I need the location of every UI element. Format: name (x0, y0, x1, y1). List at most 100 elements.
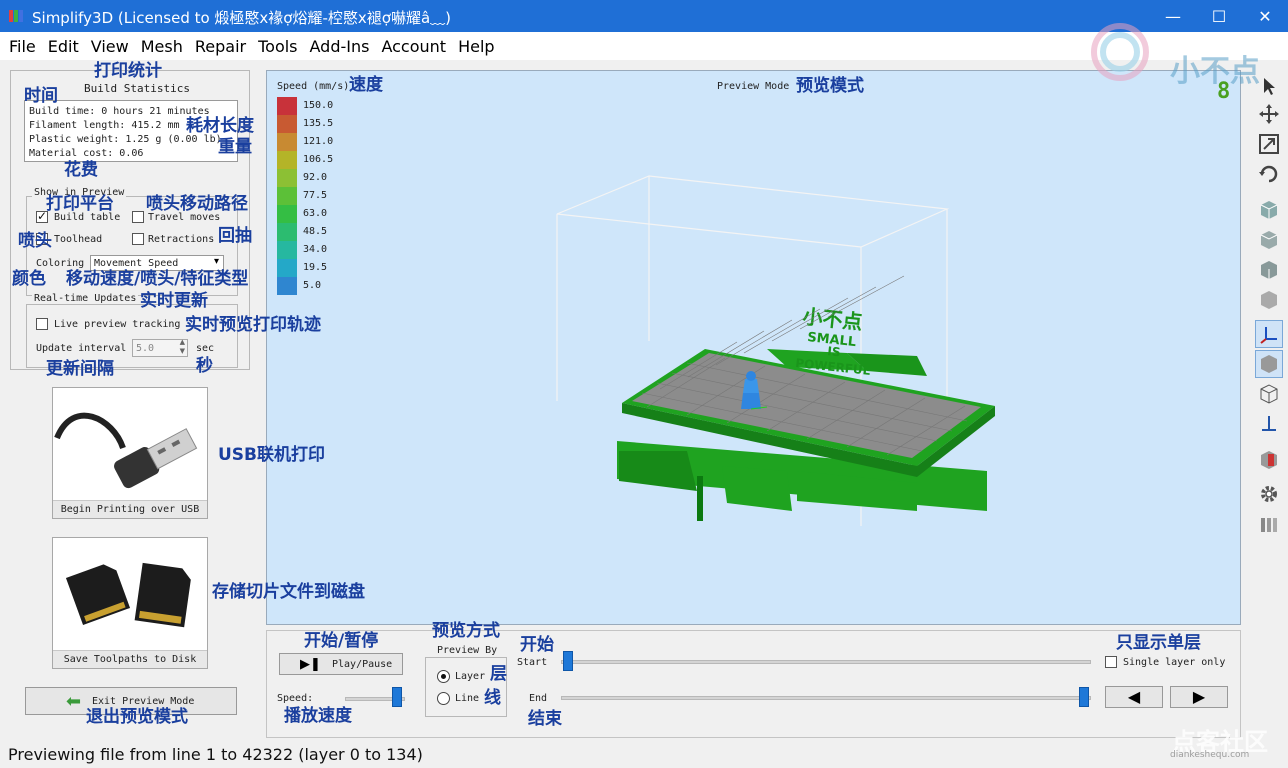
left-panel: Build Statistics Build time: 0 hours 21 … (0, 60, 258, 740)
realtime-title: Real-time Updates (32, 293, 139, 304)
watermark-bottom-en: diankeshequ.com (1170, 750, 1250, 760)
travel-moves-checkbox[interactable] (132, 211, 144, 223)
annotation-update-interval: 更新间隔 (46, 359, 114, 379)
watermark-logo-icon (1091, 23, 1149, 81)
menu-account[interactable]: Account (376, 37, 451, 56)
start-label: Start (517, 657, 548, 668)
annotation-color-type: 移动速度/喷头/特征类型 (66, 269, 249, 289)
update-interval-input[interactable]: 5.0 ▲ ▼ (132, 338, 188, 357)
previous-layer-button[interactable]: ◀ (1105, 686, 1163, 708)
view-front-icon[interactable] (1255, 226, 1283, 254)
single-layer-label: Single layer only (1123, 657, 1226, 668)
start-slider-track[interactable] (561, 660, 1091, 664)
annotation-single-layer: 只显示单层 (1116, 633, 1201, 653)
menu-help[interactable]: Help (453, 37, 499, 56)
annotation-playback-speed: 播放速度 (284, 706, 352, 726)
annotation-preview-method: 预览方式 (432, 621, 500, 641)
scale-icon[interactable] (1255, 130, 1283, 158)
play-pause-button[interactable]: ▶❚ Play/Pause (279, 653, 403, 675)
view-top-icon[interactable] (1255, 256, 1283, 284)
update-interval-label: Update interval (36, 343, 127, 354)
spin-up-icon[interactable]: ▲ (180, 338, 185, 346)
live-preview-checkbox[interactable] (36, 318, 48, 330)
annotation-filament-length: 耗材长度 (186, 116, 254, 136)
usb-print-button[interactable]: Begin Printing over USB (52, 387, 208, 519)
window-title: Simplify3D (Licensed to 煅極愍x褖ợ焀耀-椌愍x褪ợ嚇耀… (32, 9, 451, 27)
end-slider-thumb[interactable] (1079, 687, 1089, 707)
retractions-label: Retractions (148, 234, 215, 245)
usb-cable-icon (54, 412, 198, 489)
update-interval-unit: sec (196, 343, 215, 354)
play-pause-icon: ▶❚ (300, 657, 321, 672)
model-text-is: IS (827, 344, 842, 359)
move-icon[interactable] (1255, 100, 1283, 128)
axis-indicator-icon[interactable] (1255, 410, 1283, 438)
play-pause-label: Play/Pause (332, 659, 393, 670)
gear-icon[interactable] (1255, 480, 1283, 508)
exit-preview-label: Exit Preview Mode (92, 696, 195, 707)
next-layer-button[interactable]: ▶ (1170, 686, 1228, 708)
stat-material-cost: Material cost: 0.06 (29, 148, 144, 159)
spin-down-icon[interactable]: ▼ (180, 347, 185, 355)
section-view-icon[interactable] (1255, 446, 1283, 474)
annotation-speed: 速度 (349, 75, 383, 95)
watermark-top: 小不点 (1090, 22, 1270, 92)
menu-repair[interactable]: Repair (190, 37, 251, 56)
annotation-start-pause: 开始/暂停 (304, 631, 379, 651)
single-layer-checkbox[interactable] (1105, 656, 1117, 668)
annotation-nozzle: 喷头 (18, 231, 52, 251)
speed-label: Speed: (277, 693, 314, 704)
chevron-down-icon: ▾ (213, 256, 219, 267)
annotation-layer: 层 (490, 664, 507, 684)
speed-slider-thumb[interactable] (392, 687, 402, 707)
end-label: End (529, 693, 548, 704)
end-slider-track[interactable] (561, 696, 1091, 700)
annotation-weight: 重量 (218, 137, 252, 157)
menu-file[interactable]: File (4, 37, 41, 56)
annotation-exit-preview: 退出预览模式 (86, 707, 188, 727)
preview-by-layer-label: Layer (455, 671, 486, 682)
preview-viewport[interactable]: Speed (mm/s) Preview Mode 8 150.0 135.5 12… (266, 70, 1241, 625)
annotation-realtime-update: 实时更新 (140, 291, 208, 311)
menu-add-ins[interactable]: Add-Ins (305, 37, 375, 56)
menu-view[interactable]: View (86, 37, 134, 56)
playback-panel: ▶❚ Play/Pause Speed: Preview By Layer Li… (266, 630, 1241, 738)
axes-icon[interactable] (1255, 320, 1283, 348)
annotation-cost: 花费 (64, 160, 98, 180)
annotation-usb-print: USB联机打印 (218, 445, 326, 465)
menu-edit[interactable]: Edit (43, 37, 84, 56)
coloring-label: Coloring (36, 258, 85, 269)
wireframe-icon[interactable] (1255, 380, 1283, 408)
menu-mesh[interactable]: Mesh (136, 37, 188, 56)
status-bar: Previewing file from line 1 to 42322 (la… (0, 742, 1288, 768)
live-preview-label: Live preview tracking (54, 319, 181, 330)
view-iso-icon[interactable] (1255, 196, 1283, 224)
preview-scene: 小不点 SMALL IS POWERFUL (556, 175, 995, 526)
preview-by-layer-radio[interactable] (437, 670, 450, 683)
usb-print-label: Begin Printing over USB (53, 500, 207, 518)
start-slider-thumb[interactable] (563, 651, 573, 671)
update-interval-value: 5.0 (136, 343, 155, 354)
layers-icon[interactable] (1255, 510, 1283, 538)
coloring-value: Movement Speed (94, 258, 179, 269)
annotation-time: 时间 (24, 86, 58, 106)
save-toolpaths-label: Save Toolpaths to Disk (53, 650, 207, 668)
right-toolbar (1252, 70, 1286, 540)
rotate-icon[interactable] (1255, 160, 1283, 188)
annotation-retract: 回抽 (218, 226, 252, 246)
back-arrow-icon: ⬅ (66, 691, 82, 712)
annotation-travel-path: 喷头移动路径 (146, 194, 248, 214)
menu-tools[interactable]: Tools (253, 37, 302, 56)
annotation-build-platform: 打印平台 (46, 194, 114, 214)
solid-view-icon[interactable] (1255, 350, 1283, 378)
preview-by-line-label: Line (455, 693, 480, 704)
watermark-top-text: 小不点 (1170, 54, 1260, 89)
toolhead-label: Toolhead (54, 234, 103, 245)
annotation-realtime-preview: 实时预览打印轨迹 (185, 315, 321, 335)
view-side-icon[interactable] (1255, 286, 1283, 314)
build-statistics-title: Build Statistics (84, 82, 190, 95)
save-toolpaths-button[interactable]: Save Toolpaths to Disk (52, 537, 208, 669)
sd-card-icon (65, 562, 191, 628)
retractions-checkbox[interactable] (132, 233, 144, 245)
preview-by-line-radio[interactable] (437, 692, 450, 705)
